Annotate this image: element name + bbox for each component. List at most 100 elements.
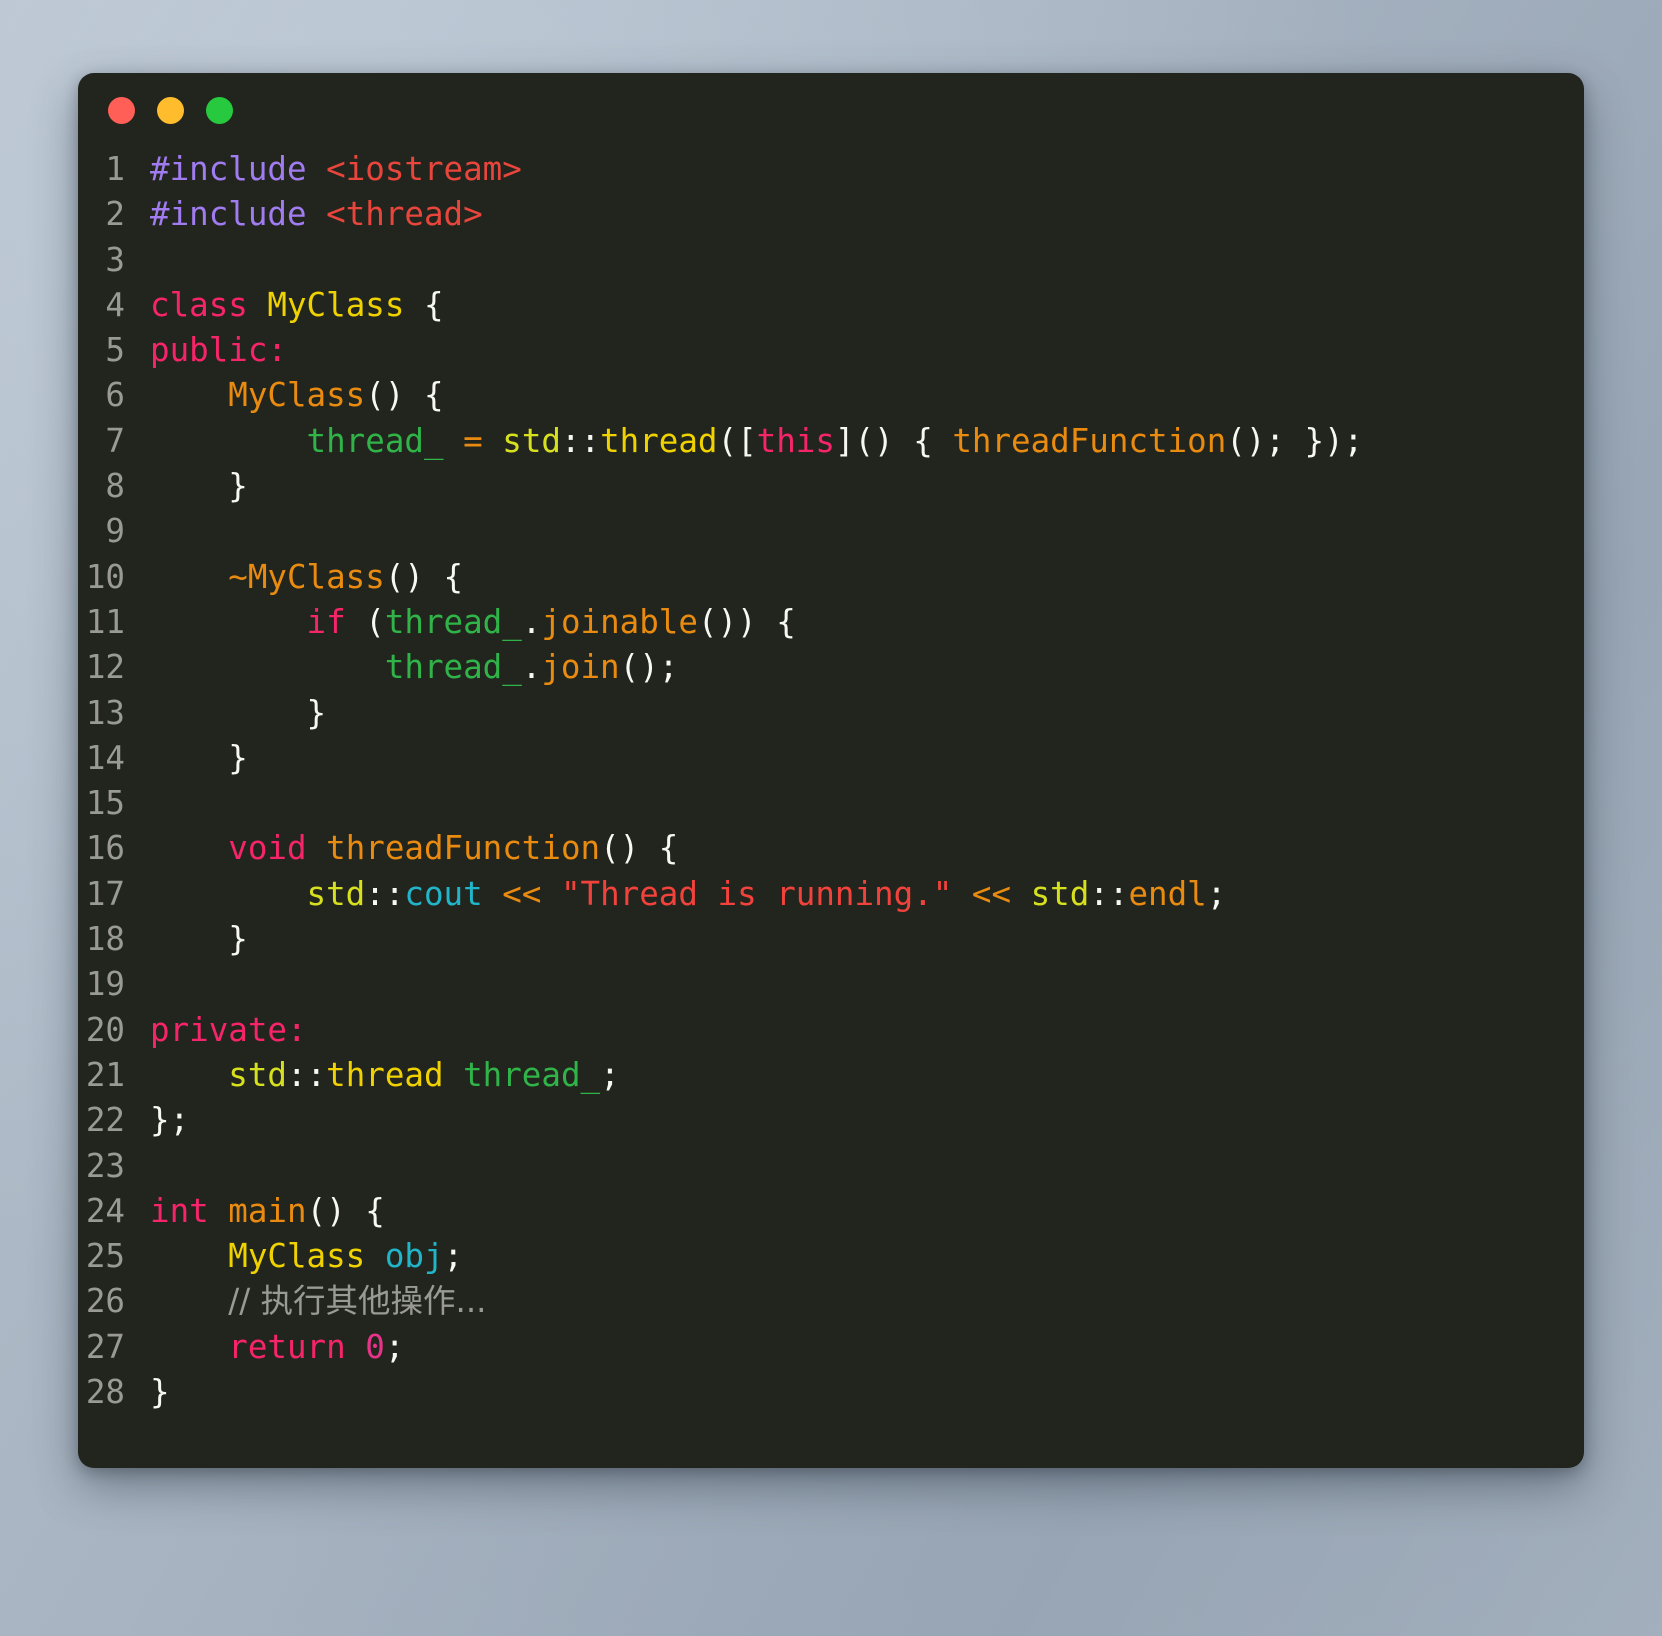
- code-line: 6 MyClass() {: [78, 373, 1584, 418]
- code-token: () {: [306, 1191, 385, 1230]
- code-line: 22};: [78, 1098, 1584, 1143]
- line-number: 9: [105, 512, 125, 551]
- code-line: 2 #include <thread>: [78, 192, 1584, 237]
- line-number: 5: [105, 331, 125, 370]
- code-token: // 执行其他操作...: [228, 1282, 487, 1321]
- line-number: 18: [85, 920, 125, 959]
- code-token: ~MyClass: [228, 557, 385, 596]
- code-token: std: [228, 1055, 287, 1094]
- code-token: std: [306, 874, 366, 913]
- code-line: 28}: [78, 1370, 1584, 1415]
- code-token: "Thread is running.": [560, 874, 953, 913]
- code-token: ::: [560, 421, 601, 460]
- code-token: class: [150, 285, 248, 324]
- code-line: 10 ~MyClass() {: [78, 555, 1584, 600]
- code-token: {: [404, 285, 444, 324]
- line-number: 10: [85, 557, 125, 596]
- code-token: thread: [326, 1055, 444, 1094]
- code-token: main: [228, 1191, 307, 1230]
- line-number: 6: [105, 376, 125, 415]
- code-token: =: [463, 421, 483, 460]
- code-token: thread_: [463, 1055, 601, 1094]
- code-line: 21 std::thread thread_;: [78, 1053, 1584, 1098]
- code-token: }: [150, 920, 248, 959]
- code-token: ;: [1206, 874, 1227, 913]
- code-token: }: [150, 693, 327, 732]
- code-token: int: [150, 1191, 209, 1230]
- line-number: 17: [85, 874, 125, 913]
- line-number: 15: [85, 784, 125, 823]
- code-line: 27 return 0;: [78, 1325, 1584, 1370]
- code-token: MyClass: [228, 376, 366, 415]
- code-token: endl: [1128, 874, 1207, 913]
- code-line: 24 int main() {: [78, 1189, 1584, 1234]
- maximize-button[interactable]: [206, 96, 233, 124]
- line-number: 12: [85, 648, 125, 687]
- code-token: }: [150, 1373, 170, 1412]
- code-token: :: [267, 331, 287, 370]
- code-line-content: MyClass obj;: [150, 1234, 1584, 1279]
- code-token: ;: [443, 1237, 464, 1276]
- line-number: 7: [105, 421, 125, 460]
- code-line: 19: [78, 962, 1584, 1007]
- line-number: 2: [105, 195, 125, 234]
- code-token: std: [1030, 874, 1090, 913]
- code-line-content: thread_ = std::thread([this]() { threadF…: [150, 419, 1584, 464]
- code-token: threadFunction: [952, 421, 1227, 460]
- code-line-content: }: [150, 464, 1584, 509]
- code-editor[interactable]: 1 #include <iostream> 2 #include <thread> 3 4…: [78, 147, 1584, 1415]
- code-line-content: // 执行其他操作...: [150, 1279, 1584, 1324]
- code-token: (: [345, 602, 385, 641]
- line-number: 13: [85, 693, 125, 732]
- code-line: 20 private:: [78, 1008, 1584, 1053]
- code-token: ;: [600, 1055, 620, 1094]
- code-line: 16 void threadFunction() {: [78, 826, 1584, 871]
- code-token: <<: [971, 874, 1012, 913]
- line-number: 25: [85, 1237, 125, 1276]
- code-token: #include: [150, 195, 307, 234]
- minimize-button[interactable]: [157, 96, 184, 124]
- code-token: thread_: [384, 648, 522, 687]
- code-token: ::: [286, 1055, 327, 1094]
- line-number: 19: [85, 965, 125, 1004]
- code-token: () {: [600, 829, 679, 868]
- code-line-content: void threadFunction() {: [150, 826, 1584, 871]
- code-line-content: #include <iostream>: [150, 147, 1584, 192]
- code-line-content: }: [150, 736, 1584, 781]
- code-line: 12 thread_.join();: [78, 645, 1584, 690]
- close-button[interactable]: [108, 96, 135, 124]
- code-token: <thread>: [326, 195, 483, 234]
- code-line-content: thread_.join();: [150, 645, 1584, 690]
- code-line-content: ~MyClass() {: [150, 555, 1584, 600]
- code-token: () {: [365, 376, 444, 415]
- code-token: .: [521, 602, 542, 641]
- code-token: obj: [384, 1237, 444, 1276]
- code-token: ::: [1089, 874, 1129, 913]
- code-line-content: class MyClass {: [150, 283, 1584, 328]
- code-token: threadFunction: [326, 829, 601, 868]
- line-number: 11: [85, 602, 125, 641]
- code-token: cout: [404, 874, 483, 913]
- code-line: 7 thread_ = std::thread([this]() { threa…: [78, 419, 1584, 464]
- code-token: }: [150, 467, 248, 506]
- code-line: 18 }: [78, 917, 1584, 962]
- code-line: 3: [78, 238, 1584, 283]
- code-line-content: std::thread thread_;: [150, 1053, 1584, 1098]
- code-token: if: [306, 602, 346, 641]
- line-number: 28: [85, 1373, 125, 1412]
- code-token: void: [228, 829, 307, 868]
- code-line: 26 // 执行其他操作...: [78, 1279, 1584, 1324]
